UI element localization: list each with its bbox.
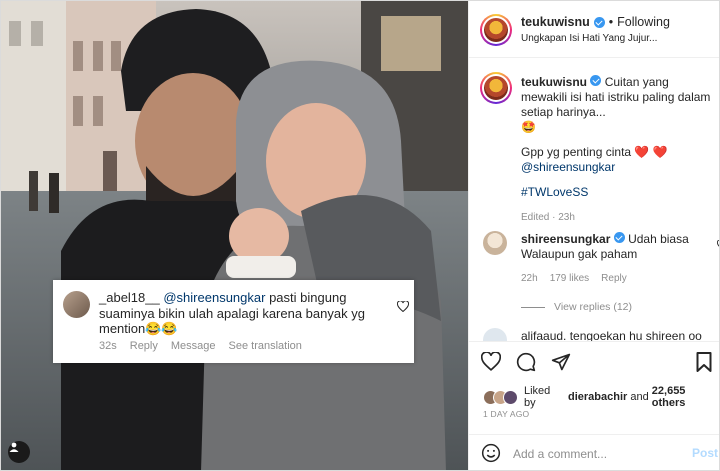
overlay-reply-button[interactable]: Reply bbox=[130, 340, 158, 352]
likes-summary: Liked by dierabachir and 22,655 others bbox=[483, 385, 719, 409]
emoji-icon[interactable] bbox=[481, 443, 501, 468]
caption-edited-time: Edited · 23h bbox=[521, 212, 575, 223]
header-subtitle[interactable]: Ungkapan Isi Hati Yang Jujur... bbox=[521, 33, 657, 44]
overlay-comment-time: 32s bbox=[99, 340, 117, 352]
comment-verified-badge-icon bbox=[613, 232, 625, 243]
comment-time: 22h bbox=[521, 273, 538, 284]
likes-prefix: Liked by bbox=[524, 385, 551, 409]
comment-meta: 22h 179 likes Reply bbox=[521, 273, 627, 284]
next-comment-avatar[interactable] bbox=[483, 328, 507, 341]
comment-text: shireensungkar Udah biasa Walaupun gak p… bbox=[521, 232, 706, 262]
author-avatar[interactable] bbox=[480, 14, 512, 46]
likes-user[interactable]: dierabachir bbox=[568, 391, 627, 403]
overlay-comment-meta: 32s Reply Message See translation bbox=[99, 340, 302, 352]
caption-line-2: Gpp yg penting cinta ❤️ ❤️ bbox=[521, 145, 668, 159]
post-photo[interactable]: _abel18__ @shireensungkar pasti bingung … bbox=[1, 1, 468, 470]
like-heart-icon[interactable] bbox=[480, 351, 502, 377]
header-separator: • bbox=[608, 15, 614, 29]
user-icon bbox=[9, 442, 19, 452]
caption-username[interactable]: teukuwisnu bbox=[521, 75, 587, 89]
instagram-post-view: _abel18__ @shireensungkar pasti bingung … bbox=[0, 0, 720, 471]
caption-mention-link[interactable]: @shireensungkar bbox=[521, 160, 615, 174]
comment-like-count[interactable]: 179 likes bbox=[550, 273, 589, 284]
view-replies-line bbox=[521, 306, 545, 308]
comment-bubble-icon[interactable] bbox=[516, 352, 536, 377]
post-actions: Liked by dierabachir and 22,655 others 1… bbox=[469, 341, 719, 434]
liker-avatars[interactable] bbox=[483, 389, 518, 405]
post-header: teukuwisnu • Following Ungkapan Isi Hati… bbox=[469, 1, 719, 58]
caption-emoji: 🤩 bbox=[521, 120, 536, 134]
comment-overlay-card: _abel18__ @shireensungkar pasti bingung … bbox=[53, 280, 414, 363]
add-comment-bar: Post bbox=[469, 434, 719, 470]
next-comment-text: alifaaud. tengoekan hu shireen oo bbox=[521, 329, 702, 341]
overlay-see-translation-button[interactable]: See translation bbox=[229, 340, 302, 352]
comment-reply-button[interactable]: Reply bbox=[601, 273, 627, 284]
verified-badge-icon bbox=[593, 16, 605, 28]
caption-body: teukuwisnu Cuitan yang mewakili isi hati… bbox=[521, 75, 717, 225]
commenter-avatar[interactable] bbox=[63, 291, 90, 318]
likes-others[interactable]: 22,655 others bbox=[652, 385, 719, 409]
post-comment-button[interactable]: Post bbox=[692, 446, 718, 460]
header-username[interactable]: teukuwisnu bbox=[521, 15, 590, 29]
comment-input[interactable] bbox=[513, 444, 683, 464]
action-icons-row bbox=[480, 351, 571, 377]
overlay-comment-mention[interactable]: @shireensungkar bbox=[163, 290, 265, 305]
tagged-users-button[interactable] bbox=[8, 441, 30, 463]
comments-scroll-area[interactable]: teukuwisnu Cuitan yang mewakili isi hati… bbox=[469, 58, 719, 341]
save-bookmark-icon[interactable] bbox=[696, 352, 712, 377]
comment-avatar[interactable] bbox=[483, 231, 507, 255]
view-replies-label: View replies (12) bbox=[554, 301, 633, 313]
caption-verified-badge-icon bbox=[590, 75, 602, 86]
overlay-comment-text: _abel18__ @shireensungkar pasti bingung … bbox=[99, 290, 389, 337]
caption-author-avatar[interactable] bbox=[480, 72, 512, 104]
post-details-panel: teukuwisnu • Following Ungkapan Isi Hati… bbox=[468, 1, 719, 470]
comment-username[interactable]: shireensungkar bbox=[521, 232, 610, 246]
overlay-message-button[interactable]: Message bbox=[171, 340, 216, 352]
following-button[interactable]: Following bbox=[617, 15, 670, 29]
caption-hashtag-link[interactable]: #TWLoveSS bbox=[521, 185, 588, 199]
photo-illustration bbox=[1, 1, 468, 470]
header-user-line: teukuwisnu • Following bbox=[521, 15, 670, 29]
post-timestamp[interactable]: 1 DAY AGO bbox=[483, 409, 529, 419]
likes-and: and bbox=[630, 391, 649, 403]
share-paper-plane-icon[interactable] bbox=[551, 352, 571, 377]
overlay-comment-username[interactable]: _abel18__ bbox=[99, 290, 160, 305]
view-replies-button[interactable]: View replies (12) bbox=[521, 301, 632, 313]
